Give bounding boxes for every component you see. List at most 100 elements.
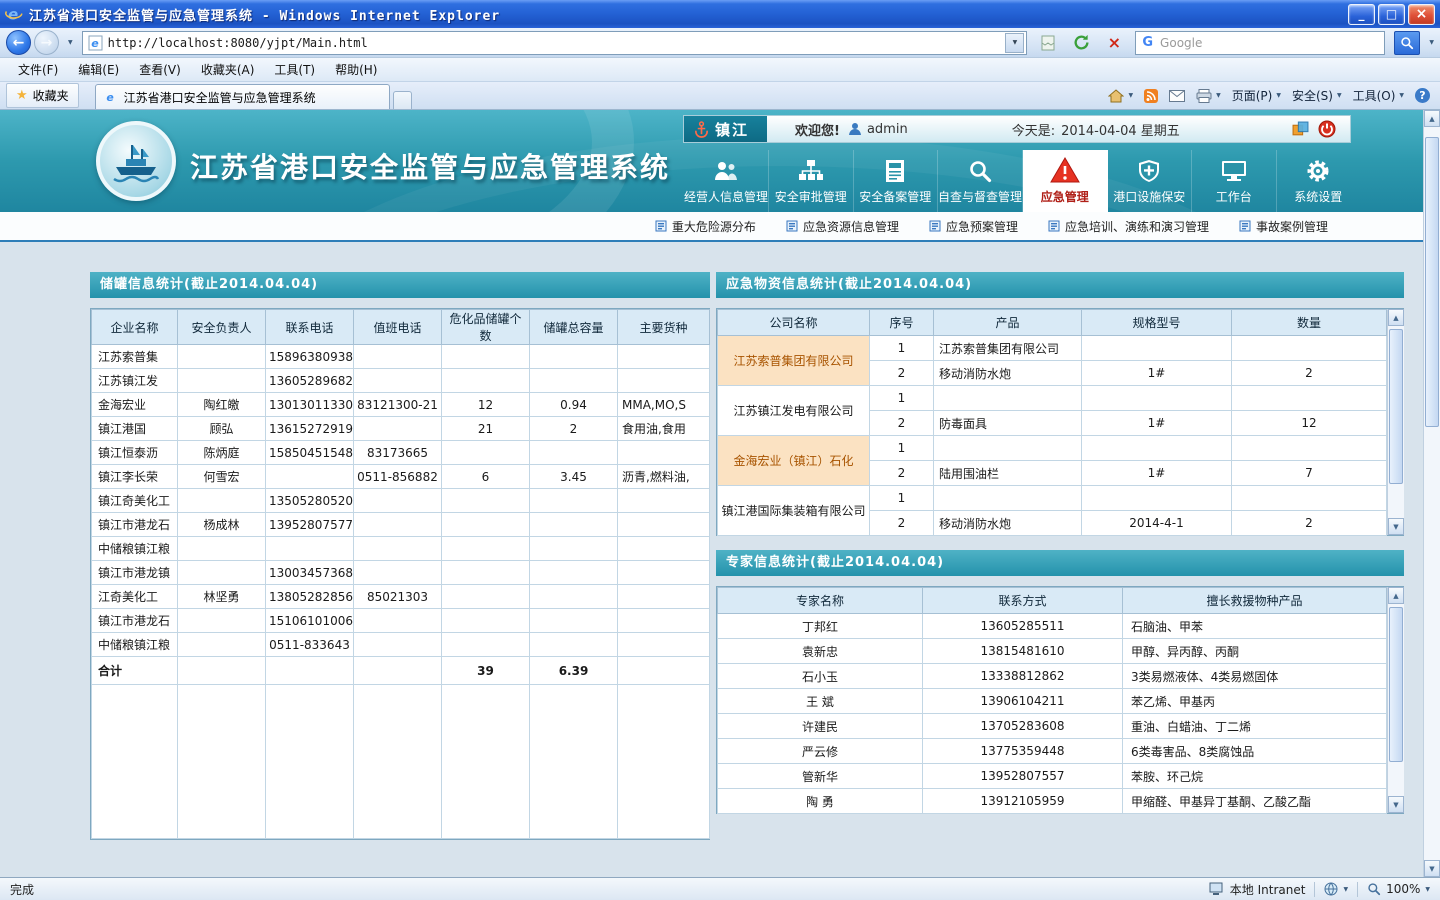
subnav-item-emergency-plans[interactable]: 应急预案管理 <box>929 218 1018 235</box>
scroll-up-button[interactable]: ▲ <box>1424 110 1440 127</box>
table-cell <box>178 609 266 633</box>
search-button[interactable] <box>1394 31 1420 55</box>
close-button[interactable]: × <box>1408 4 1435 25</box>
globe-icon <box>1324 882 1338 896</box>
page-icon: e <box>88 35 103 51</box>
nav-item-workbench[interactable]: 工作台 <box>1192 150 1277 212</box>
back-button[interactable]: ← <box>6 30 31 55</box>
browser-tab[interactable]: e 江苏省港口安全监管与应急管理系统 <box>95 84 390 109</box>
favorites-button[interactable]: ★ 收藏夹 <box>6 83 79 108</box>
forward-button[interactable]: → <box>34 30 59 55</box>
nav-item-safety-approval[interactable]: 安全审批管理 <box>769 150 854 212</box>
stop-button[interactable]: × <box>1102 31 1126 55</box>
scroll-thumb[interactable] <box>1389 607 1403 762</box>
nav-item-operator-info[interactable]: 经营人信息管理 <box>684 150 769 212</box>
print-button[interactable]: ▼ <box>1196 89 1221 103</box>
subnav-item-training[interactable]: 应急培训、演练和演习管理 <box>1048 218 1209 235</box>
menu-edit[interactable]: 编辑(E) <box>68 58 129 81</box>
search-options-dropdown[interactable]: ▼ <box>1429 39 1434 46</box>
table-cell <box>354 369 442 393</box>
subnav-item-emergency-resources[interactable]: 应急资源信息管理 <box>786 218 899 235</box>
history-dropdown-button[interactable]: ▼ <box>68 39 73 46</box>
table-cell: 镇江港国 <box>92 417 178 441</box>
page-menu-button[interactable]: 页面(P) ▼ <box>1232 87 1281 104</box>
nav-item-port-security[interactable]: 港口设施保安 <box>1108 150 1193 212</box>
nav-label: 安全审批管理 <box>775 188 847 205</box>
table-cell: 15896380938 <box>266 345 354 369</box>
table-cell <box>618 609 710 633</box>
search-icon <box>1400 36 1414 50</box>
table-row: 金海宏业陶红皦1301301133083121300-21120.94MMA,M… <box>92 393 710 417</box>
scrollbar-track[interactable] <box>1424 127 1440 860</box>
subnav-item-accident-cases[interactable]: 事故案例管理 <box>1239 218 1328 235</box>
scroll-down-button[interactable]: ▼ <box>1388 518 1404 535</box>
menu-view[interactable]: 查看(V) <box>129 58 191 81</box>
new-tab-stub[interactable] <box>393 91 412 109</box>
page-menu-label: 页面(P) <box>1232 87 1273 104</box>
person-icon <box>848 122 862 136</box>
minimize-button[interactable]: _ <box>1348 4 1375 25</box>
home-button[interactable]: ▼ <box>1108 89 1133 103</box>
column-header: 主要货种 <box>618 310 710 345</box>
supplies-scrollbar[interactable]: ▲ ▼ <box>1387 309 1404 535</box>
nav-item-emergency[interactable]: 应急管理 <box>1023 150 1108 212</box>
subnav-item-hazard-distribution[interactable]: 重大危险源分布 <box>655 218 756 235</box>
table-cell <box>178 633 266 657</box>
current-date: 2014-04-04 星期五 <box>1061 120 1180 139</box>
column-header: 值班电话 <box>354 310 442 345</box>
table-row: 镇江市港龙石杨成林13952807577 <box>92 513 710 537</box>
scroll-down-button[interactable]: ▼ <box>1388 796 1404 813</box>
table-cell <box>178 345 266 369</box>
menu-favorites[interactable]: 收藏夹(A) <box>191 58 265 81</box>
experts-scrollbar[interactable]: ▲ ▼ <box>1387 587 1404 813</box>
read-mail-button[interactable] <box>1169 90 1185 102</box>
zoom-control[interactable]: 100% ▼ <box>1367 882 1430 896</box>
maximize-button[interactable]: □ <box>1378 4 1405 25</box>
separator <box>1314 882 1315 897</box>
scrollbar-track[interactable] <box>1388 326 1404 518</box>
safety-menu-button[interactable]: 安全(S) ▼ <box>1292 87 1342 104</box>
nav-item-safety-filing[interactable]: 安全备案管理 <box>854 150 939 212</box>
compatibility-view-button[interactable] <box>1036 31 1060 55</box>
address-bar[interactable]: e http://localhost:8080/yjpt/Main.html ▼ <box>82 31 1028 55</box>
scroll-up-button[interactable]: ▲ <box>1388 309 1404 326</box>
table-cell <box>530 441 618 465</box>
favorites-bar: ★ 收藏夹 e 江苏省港口安全监管与应急管理系统 ▼ ▼ 页面(P) ▼ 安全(… <box>0 82 1440 110</box>
table-cell: 沥青,燃料油, <box>618 465 710 489</box>
page-scrollbar[interactable]: ▲ ▼ <box>1423 110 1440 877</box>
table-cell <box>442 561 530 585</box>
scroll-thumb[interactable] <box>1389 329 1403 484</box>
menu-file[interactable]: 文件(F) <box>8 58 68 81</box>
scroll-up-button[interactable]: ▲ <box>1388 587 1404 604</box>
menu-help[interactable]: 帮助(H) <box>325 58 387 81</box>
table-cell <box>530 585 618 609</box>
search-input[interactable]: Google <box>1160 36 1378 50</box>
theme-icon[interactable] <box>1292 121 1309 138</box>
help-button[interactable]: ? <box>1415 88 1430 103</box>
tank-header-row: 企业名称安全负责人联系电话值班电话危化品储罐个数储罐总容量主要货种 <box>92 310 710 345</box>
table-cell <box>530 345 618 369</box>
table-row: 陶 勇13912105959甲缩醛、甲基异丁基酮、乙酸乙酯 <box>718 789 1387 814</box>
refresh-button[interactable] <box>1069 31 1093 55</box>
url-input[interactable]: http://localhost:8080/yjpt/Main.html <box>108 36 1001 50</box>
site-header: 江苏省港口安全监管与应急管理系统 镇江 欢迎您! admin 今天是: 2014… <box>0 110 1423 212</box>
protected-mode-indicator[interactable]: ▼ <box>1324 882 1348 896</box>
table-cell <box>618 489 710 513</box>
address-dropdown-button[interactable]: ▼ <box>1005 33 1024 53</box>
scrollbar-track[interactable] <box>1388 604 1404 796</box>
nav-item-inspection[interactable]: 自查与督查管理 <box>938 150 1023 212</box>
rss-feed-button[interactable] <box>1144 89 1158 103</box>
compatibility-view-icon <box>1041 35 1055 51</box>
table-cell: 2 <box>870 461 934 486</box>
table-cell: 13775359448 <box>923 739 1123 764</box>
scroll-thumb[interactable] <box>1425 137 1439 427</box>
scroll-down-button[interactable]: ▼ <box>1424 860 1440 877</box>
nav-item-system-settings[interactable]: 系统设置 <box>1277 150 1361 212</box>
search-box[interactable]: G Google <box>1135 31 1385 55</box>
table-cell: 管新华 <box>718 764 923 789</box>
menu-tools[interactable]: 工具(T) <box>264 58 325 81</box>
tools-menu-button[interactable]: 工具(O) ▼ <box>1353 87 1404 104</box>
table-cell <box>442 609 530 633</box>
logout-power-icon[interactable] <box>1318 120 1336 138</box>
table-cell <box>618 369 710 393</box>
